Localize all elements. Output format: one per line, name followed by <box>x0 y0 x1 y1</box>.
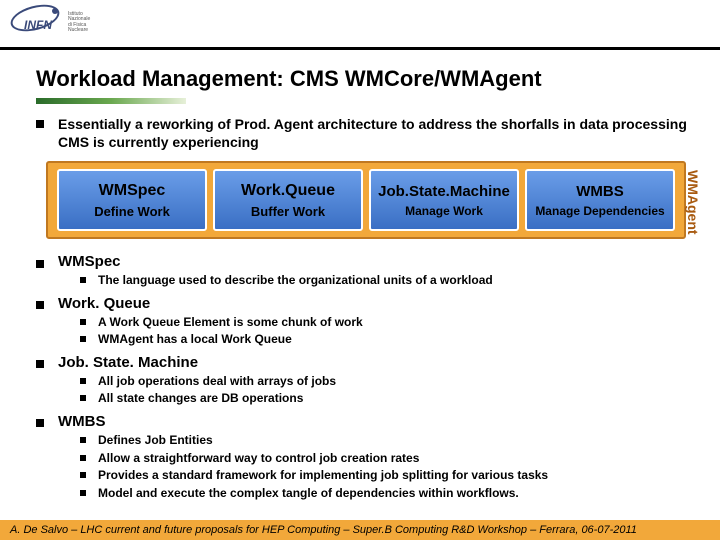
list-item: All state changes are DB operations <box>80 391 696 407</box>
bullet-icon <box>80 472 86 478</box>
list-item: The language used to describe the organi… <box>80 273 696 289</box>
section-workqueue-items: A Work Queue Element is some chunk of wo… <box>36 315 696 348</box>
logo-subtitle: Istituto Nazionale di Fisica Nucleare <box>68 12 90 34</box>
list-item: WMAgent has a local Work Queue <box>80 332 696 348</box>
bullet-icon <box>36 419 44 427</box>
bullet-icon <box>80 455 86 461</box>
bullet-icon <box>36 301 44 309</box>
bullet-icon <box>36 360 44 368</box>
footer-text: A. De Salvo – LHC current and future pro… <box>10 524 637 536</box>
list-item: A Work Queue Element is some chunk of wo… <box>80 315 696 331</box>
content-area: Essentially a reworking of Prod. Agent a… <box>0 116 720 501</box>
section-wmbs-items: Defines Job Entities Allow a straightfor… <box>36 433 696 501</box>
bullet-icon <box>36 120 44 128</box>
bullet-icon <box>80 319 86 325</box>
title-underline <box>36 98 186 104</box>
bullet-icon <box>80 277 86 283</box>
list-item: Allow a straightforward way to control j… <box>80 451 696 467</box>
list-item: Model and execute the complex tangle of … <box>80 486 696 502</box>
logo-text: INFN <box>24 18 52 32</box>
diagram-box-jobstatemachine: Job.State.Machine Manage Work <box>369 169 519 231</box>
infn-logo: INFN Istituto Nazionale di Fisica Nuclea… <box>10 4 80 44</box>
bullet-icon <box>80 378 86 384</box>
bullet-icon <box>80 395 86 401</box>
list-item: All job operations deal with arrays of j… <box>80 374 696 390</box>
bullet-icon <box>80 490 86 496</box>
list-item: Defines Job Entities <box>80 433 696 449</box>
diagram-side-label: WMAgent <box>680 163 706 241</box>
list-item: Provides a standard framework for implem… <box>80 468 696 484</box>
bullet-icon <box>80 437 86 443</box>
intro-bullet: Essentially a reworking of Prod. Agent a… <box>36 116 696 151</box>
section-workqueue: Work. Queue <box>36 295 696 312</box>
header: INFN Istituto Nazionale di Fisica Nuclea… <box>0 0 720 50</box>
section-wmspec-items: The language used to describe the organi… <box>36 273 696 289</box>
section-jobstatemachine-items: All job operations deal with arrays of j… <box>36 374 696 407</box>
slide-title: Workload Management: CMS WMCore/WMAgent <box>0 50 720 98</box>
section-wmspec: WMSpec <box>36 253 696 270</box>
section-jobstatemachine: Job. State. Machine <box>36 354 696 371</box>
diagram-box-workqueue: Work.Queue Buffer Work <box>213 169 363 231</box>
section-wmbs: WMBS <box>36 413 696 430</box>
diagram-box-wmbs: WMBS Manage Dependencies <box>525 169 675 231</box>
bullet-icon <box>36 260 44 268</box>
footer: A. De Salvo – LHC current and future pro… <box>0 520 720 540</box>
diagram-box-wmspec: WMSpec Define Work <box>57 169 207 231</box>
wmagent-diagram: WMSpec Define Work Work.Queue Buffer Wor… <box>46 161 686 239</box>
intro-text: Essentially a reworking of Prod. Agent a… <box>58 116 696 151</box>
bullet-icon <box>80 336 86 342</box>
